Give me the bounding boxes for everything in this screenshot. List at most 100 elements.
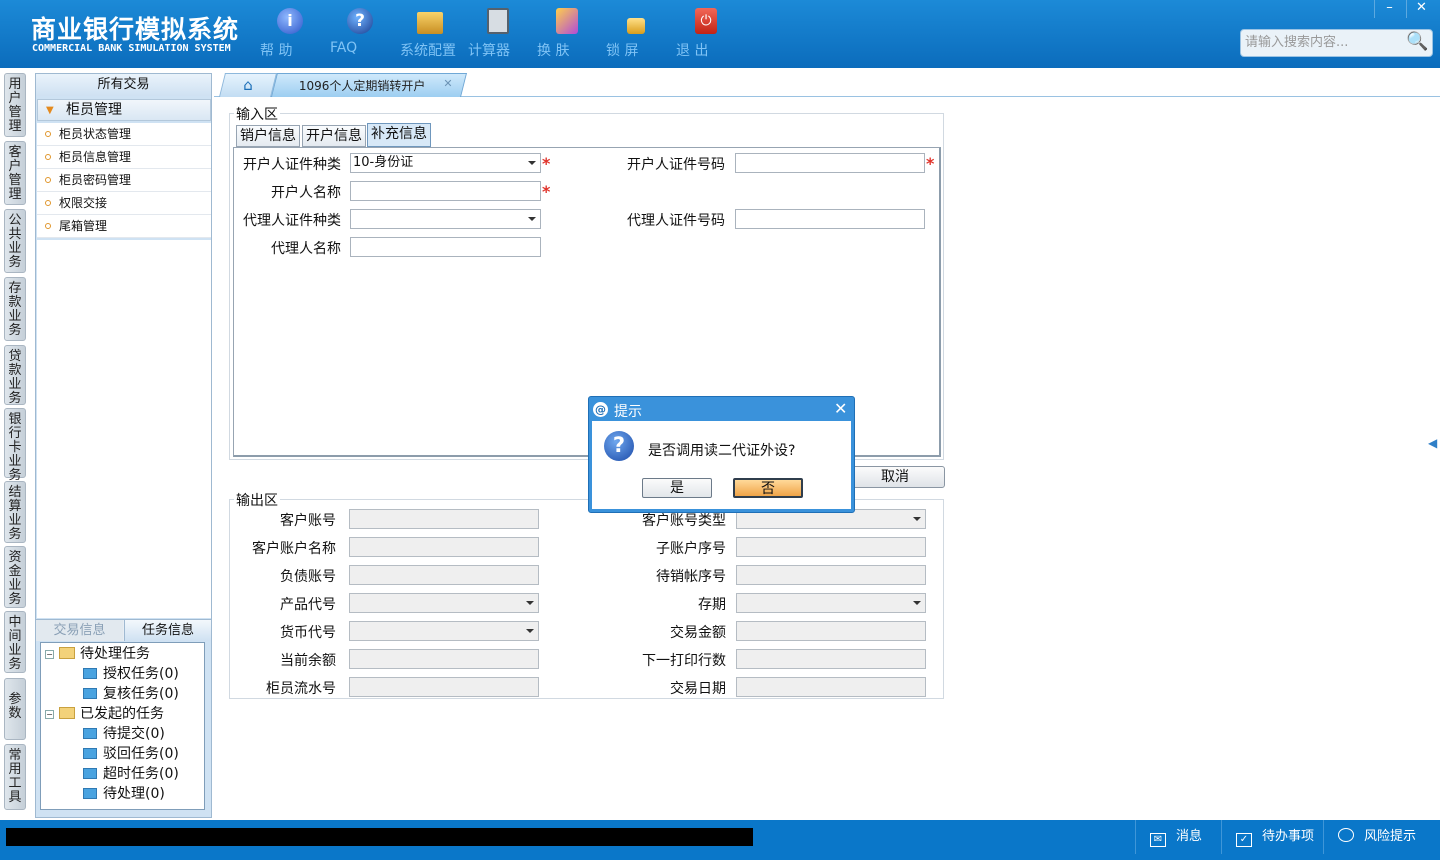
menu-item-permission-handover[interactable]: 权限交接 [37,192,211,215]
search-icon[interactable]: 🔍 [1406,32,1428,54]
sub-account-no-label: 子账户序号 [656,541,726,557]
app-header: 商业银行模拟系统 COMMERCIAL BANK SIMULATION SYST… [0,0,1440,68]
tree-node-timeout[interactable]: 超时任务(0) [83,765,179,783]
dialog-body: ? 是否调用读二代证外设? 是 否 [592,421,851,509]
collapse-icon[interactable]: − [45,710,54,719]
skin-label: 换 肤 [537,43,570,59]
menu-item-teller-status[interactable]: 柜员状态管理 [37,123,211,146]
exit-label: 退 出 [676,43,709,59]
folder-icon [83,728,97,739]
opener-id-no-input[interactable] [735,153,925,173]
agent-id-type-select[interactable] [350,209,541,229]
currency-code-select [349,621,539,641]
vertical-nav: 用户管理 客户管理 公共业务 存款业务 贷款业务 银行卡业务 结算业务 资金业务… [0,68,30,820]
risk-alert-button[interactable]: 风险提示 [1323,820,1433,854]
tab-1096-transfer[interactable]: 1096个人定期销转开户 ✕ [271,73,467,97]
todo-label: 待办事项 [1262,829,1315,844]
opener-name-input[interactable] [350,181,541,201]
customer-account-name-field [349,537,539,557]
menu-label: 权限交接 [59,196,108,210]
transaction-amount-field [736,621,926,641]
mail-icon: ✉ [1150,833,1166,847]
close-tab-icon[interactable]: ✕ [443,77,452,90]
tree-node-rejected[interactable]: 驳回任务(0) [83,745,179,763]
subtab-close-account-info[interactable]: 销户信息 [236,125,300,147]
sub-account-no-field [736,537,926,557]
toolbox-icon [417,12,443,34]
tree-node-initiated[interactable]: 已发起的任务 [59,705,164,723]
status-message-bar [6,828,753,846]
vtab-deposit[interactable]: 存款业务 [4,277,26,341]
customer-account-type-label: 客户账号类型 [642,513,726,529]
currency-code-label: 货币代号 [280,625,336,641]
tab-home[interactable]: ⌂ [219,73,277,97]
chevron-down-icon [526,601,534,605]
agent-id-no-input[interactable] [735,209,925,229]
messages-button[interactable]: ✉ 消息 [1135,820,1221,854]
teller-menu: 柜员状态管理 柜员信息管理 柜员密码管理 权限交接 尾箱管理 [37,123,211,238]
teller-mgmt-group[interactable]: ▼ 柜员管理 [37,99,211,121]
calculator-button[interactable]: 计算器 [468,8,528,59]
tab-task-info[interactable]: 任务信息 [124,620,211,641]
no-button[interactable]: 否 [733,478,803,498]
tab-transaction-info[interactable]: 交易信息 [36,620,123,641]
tree-node-pending[interactable]: 待处理任务 [59,645,150,663]
all-transactions-header[interactable]: 所有交易 [36,74,211,96]
help-button[interactable]: i 帮 助 [260,8,320,59]
customer-account-field [349,509,539,529]
question-icon: ? [604,431,634,461]
vtab-intermediate[interactable]: 中间业务 [4,611,26,673]
lock-button[interactable]: 锁 屏 [606,8,666,59]
collapse-icon[interactable]: − [45,650,54,659]
minimize-button[interactable]: – [1374,0,1404,18]
power-icon: ⏻ [695,8,717,34]
app-title: 商业银行模拟系统 [31,15,240,44]
tree-node-authorize[interactable]: 授权任务(0) [83,665,179,683]
required-mark: * [542,154,551,173]
cancel-button[interactable]: 取消 [845,466,945,488]
vtab-settlement[interactable]: 结算业务 [4,481,26,543]
tree-node-review[interactable]: 复核任务(0) [83,685,179,703]
yes-button[interactable]: 是 [642,478,712,498]
menu-item-teller-password[interactable]: 柜员密码管理 [37,169,211,192]
folder-icon [83,768,97,779]
subtab-supplementary-info[interactable]: 补充信息 [367,123,431,147]
subtab-open-account-info[interactable]: 开户信息 [302,125,366,147]
vtab-params[interactable]: 参数 [4,678,26,740]
vtab-customer-mgmt[interactable]: 客户管理 [4,141,26,205]
dialog-close-button[interactable]: ✕ [834,399,847,418]
menu-item-cash-box[interactable]: 尾箱管理 [37,215,211,238]
settings-button[interactable]: 系统配置 [400,8,460,59]
tree-node-to-process[interactable]: 待处理(0) [83,785,165,803]
checkbox-icon: ✓ [1236,833,1252,847]
vtab-funds[interactable]: 资金业务 [4,546,26,608]
todo-button[interactable]: ✓ 待办事项 [1221,820,1323,854]
vtab-loan[interactable]: 贷款业务 [4,345,26,406]
exit-button[interactable]: ⏻ 退 出 [676,8,736,59]
menu-item-teller-info[interactable]: 柜员信息管理 [37,146,211,169]
vtab-user-mgmt[interactable]: 用户管理 [4,73,26,137]
vtab-bank-card[interactable]: 银行卡业务 [4,408,26,483]
search-input[interactable]: 请输入搜索内容... 🔍 [1240,29,1433,57]
skin-button[interactable]: 换 肤 [537,8,597,59]
opener-id-type-select[interactable]: 10-身份证 [350,153,541,173]
vtab-common-tools[interactable]: 常用工具 [4,744,26,810]
messages-label: 消息 [1176,829,1203,844]
left-panel: 所有交易 ▼ 柜员管理 柜员状态管理 柜员信息管理 柜员密码管理 权限交接 尾箱… [35,73,212,818]
tree-node-to-submit[interactable]: 待提交(0) [83,725,165,743]
menu-label: 柜员信息管理 [59,150,132,164]
folder-icon [83,668,97,679]
vtab-public-business[interactable]: 公共业务 [4,209,26,273]
agent-name-input[interactable] [350,237,541,257]
calculator-icon [487,8,509,34]
chevron-down-icon [913,517,921,521]
app-icon: @ [593,402,608,417]
chevron-down-icon [913,601,921,605]
expand-right-icon[interactable]: ◀ [1428,436,1437,450]
tree-label: 驳回任务(0) [103,746,179,762]
help-label: 帮 助 [260,43,293,59]
faq-button[interactable]: ? FAQ [330,8,390,56]
bullet-icon [45,131,51,137]
tree-label: 待处理任务 [80,646,150,662]
close-window-button[interactable]: ✕ [1406,0,1436,18]
